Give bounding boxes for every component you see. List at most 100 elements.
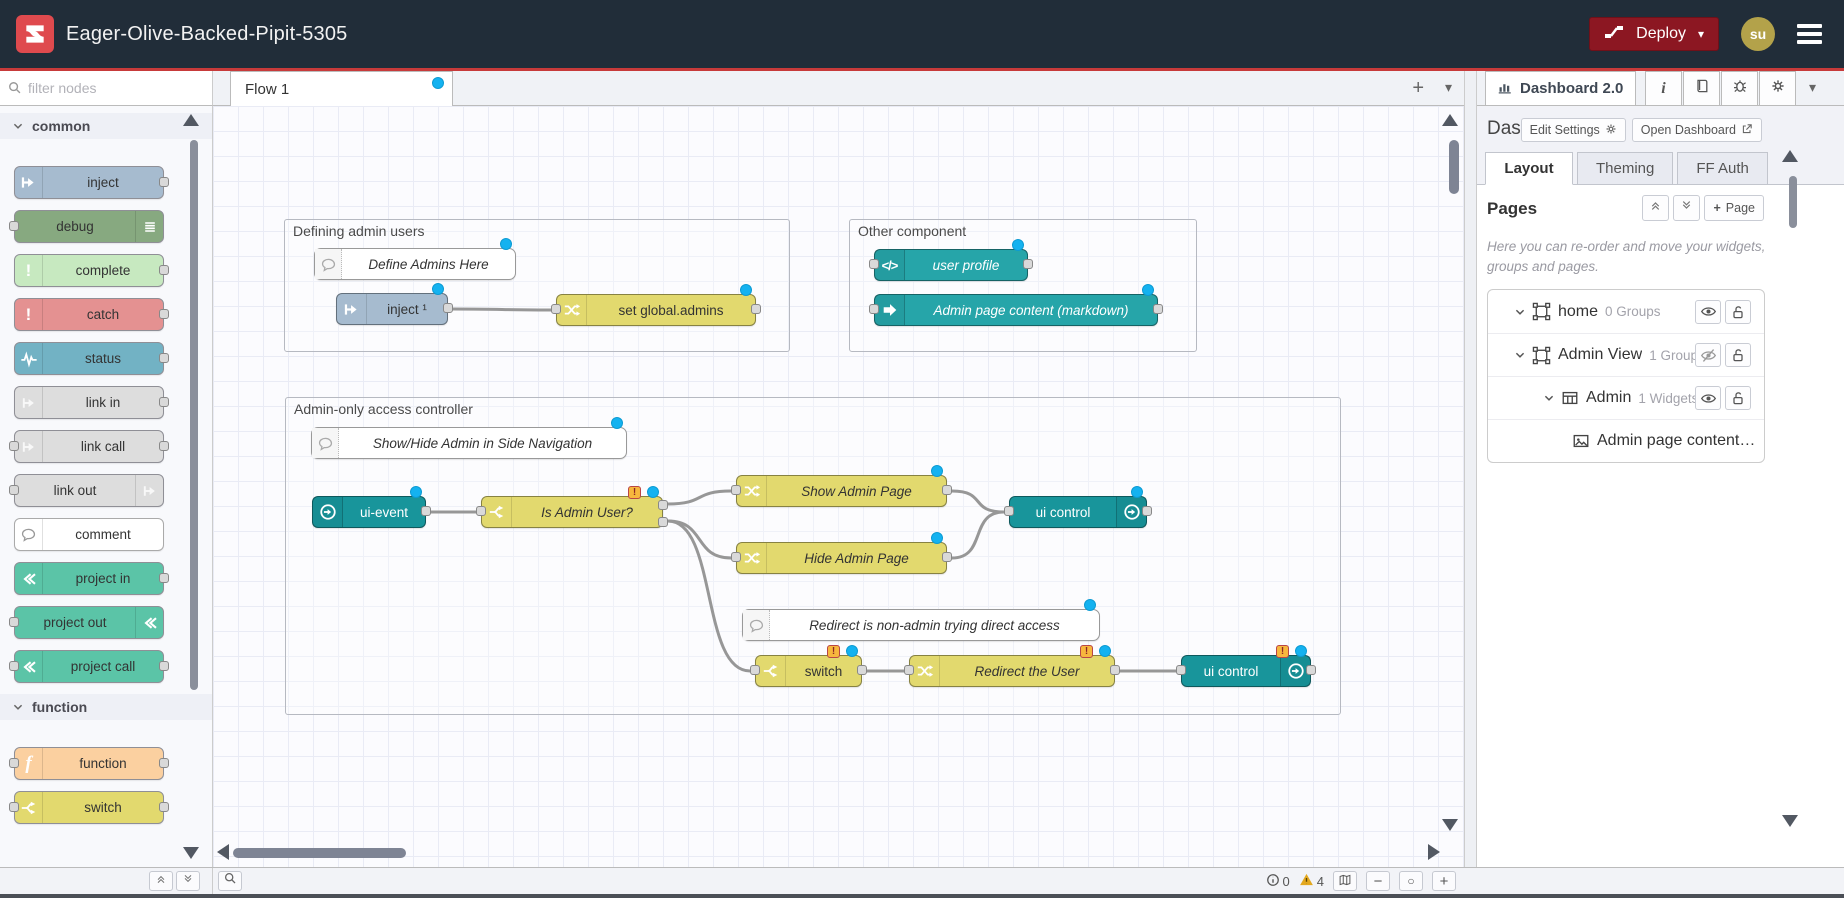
- port-out[interactable]: [159, 758, 169, 768]
- port-out[interactable]: [1153, 304, 1163, 314]
- port-in[interactable]: [1004, 506, 1014, 516]
- flow-node-2[interactable]: set global.admins: [556, 294, 756, 326]
- port-in[interactable]: [9, 485, 19, 495]
- tree-row-admin[interactable]: Admin1 Widgets: [1488, 376, 1764, 419]
- canvas-scroll-left[interactable]: [217, 844, 229, 860]
- canvas-scroll-up[interactable]: [1442, 114, 1458, 126]
- palette-node-status[interactable]: status: [14, 342, 164, 375]
- visibility-toggle-button[interactable]: [1695, 343, 1721, 367]
- palette-node-switch[interactable]: switch: [14, 791, 164, 824]
- port-out[interactable]: [159, 397, 169, 407]
- warning-count[interactable]: 4: [1299, 872, 1324, 890]
- flow-node-14[interactable]: ui control!: [1181, 655, 1311, 687]
- collapse-all-button[interactable]: [1642, 195, 1669, 221]
- port-out[interactable]: [159, 265, 169, 275]
- port-in[interactable]: [9, 617, 19, 627]
- port-in[interactable]: [869, 259, 879, 269]
- sidebar-scroll-down[interactable]: [1782, 815, 1798, 827]
- port-out[interactable]: [159, 573, 169, 583]
- flow-node-1[interactable]: inject ¹: [336, 293, 448, 325]
- palette-node-function[interactable]: ffunction: [14, 747, 164, 780]
- tab-dashboard-2[interactable]: Dashboard 2.0: [1485, 71, 1636, 106]
- port-out[interactable]: [857, 665, 867, 675]
- palette-category-common[interactable]: common: [0, 113, 212, 139]
- flow-canvas[interactable]: Defining admin usersOther componentAdmin…: [213, 106, 1464, 867]
- port-out[interactable]: [1306, 665, 1316, 675]
- info-count[interactable]: 0: [1266, 873, 1290, 890]
- sidebar-scroll-up[interactable]: [1782, 150, 1798, 162]
- tree-row-admin-page-content-(markdown)[interactable]: Admin page content (markdown): [1488, 419, 1764, 462]
- palette-node-project-call[interactable]: project call: [14, 650, 164, 683]
- filter-nodes-input[interactable]: [28, 80, 178, 96]
- canvas-scroll-down[interactable]: [1442, 819, 1458, 831]
- palette-node-debug[interactable]: debug: [14, 210, 164, 243]
- info-tab-button[interactable]: i: [1645, 71, 1682, 106]
- chevron-down-icon[interactable]: [1514, 349, 1526, 361]
- port-out[interactable]: [1142, 506, 1152, 516]
- add-page-button[interactable]: +Page: [1704, 195, 1764, 221]
- palette-collapse-all-button[interactable]: [149, 871, 173, 891]
- port-out[interactable]: [942, 552, 952, 562]
- expand-all-button[interactable]: [1673, 195, 1700, 221]
- flow-node-9[interactable]: Hide Admin Page: [736, 542, 947, 574]
- palette-node-link-out[interactable]: link out: [14, 474, 164, 507]
- flow-node-12[interactable]: switch!: [755, 655, 862, 687]
- comment-node-0[interactable]: Define Admins Here: [314, 248, 516, 280]
- visibility-toggle-button[interactable]: [1695, 386, 1721, 410]
- port-out[interactable]: [159, 441, 169, 451]
- flow-node-8[interactable]: Show Admin Page: [736, 475, 947, 507]
- deploy-caret-icon[interactable]: ▾: [1698, 27, 1704, 41]
- visibility-toggle-button[interactable]: [1695, 300, 1721, 324]
- wire-5[interactable]: [952, 491, 1004, 512]
- zoom-reset-button[interactable]: ○: [1399, 871, 1423, 891]
- port-out[interactable]: [159, 802, 169, 812]
- palette-scroll-up[interactable]: [183, 114, 199, 126]
- port-in[interactable]: [869, 304, 879, 314]
- comment-node-11[interactable]: Redirect is non-admin trying direct acce…: [742, 609, 1100, 641]
- tree-row-home[interactable]: home0 Groups: [1488, 290, 1764, 333]
- lock-toggle-button[interactable]: [1725, 386, 1751, 410]
- sidebar-tabs-caret-icon[interactable]: ▾: [1809, 79, 1816, 96]
- flow-node-7[interactable]: Is Admin User?!: [481, 496, 663, 528]
- tab-layout[interactable]: Layout: [1485, 152, 1573, 185]
- navigator-toggle-button[interactable]: [1333, 871, 1357, 891]
- zoom-in-button[interactable]: +: [1432, 871, 1456, 891]
- port-in[interactable]: [551, 304, 561, 314]
- port-in[interactable]: [9, 661, 19, 671]
- flow-list-caret-icon[interactable]: ▾: [1445, 79, 1452, 96]
- flow-node-4[interactable]: Admin page content (markdown): [874, 294, 1158, 326]
- port-out[interactable]: [751, 304, 761, 314]
- port-out[interactable]: [1023, 259, 1033, 269]
- palette-node-project-in[interactable]: project in: [14, 562, 164, 595]
- lock-toggle-button[interactable]: [1725, 300, 1751, 324]
- flow-node-10[interactable]: ui control: [1009, 496, 1147, 528]
- help-tab-button[interactable]: [1683, 71, 1720, 106]
- port-in[interactable]: [750, 665, 760, 675]
- config-tab-button[interactable]: [1759, 71, 1796, 106]
- wire-0[interactable]: [453, 309, 551, 310]
- port-in[interactable]: [1176, 665, 1186, 675]
- palette-scrollbar[interactable]: [190, 140, 198, 690]
- edit-settings-button[interactable]: Edit Settings: [1521, 118, 1626, 142]
- user-avatar[interactable]: su: [1741, 17, 1775, 51]
- wire-6[interactable]: [952, 512, 1004, 558]
- canvas-horizontal-scrollbar[interactable]: [233, 848, 406, 858]
- port-in[interactable]: [9, 441, 19, 451]
- open-dashboard-button[interactable]: Open Dashboard: [1632, 118, 1762, 142]
- tree-row-admin-view[interactable]: Admin View1 Groups: [1488, 333, 1764, 376]
- port-out[interactable]: [159, 309, 169, 319]
- sidebar-splitter[interactable]: [1464, 71, 1477, 867]
- canvas-vertical-scrollbar[interactable]: [1449, 140, 1459, 194]
- wire-3[interactable]: [668, 521, 731, 558]
- palette-node-project-out[interactable]: project out: [14, 606, 164, 639]
- palette-node-catch[interactable]: !catch: [14, 298, 164, 331]
- port-out[interactable]: [159, 353, 169, 363]
- flow-node-6[interactable]: ui-event: [312, 496, 426, 528]
- palette-scroll-down[interactable]: [183, 847, 199, 859]
- port-in[interactable]: [476, 506, 486, 516]
- port-in[interactable]: [731, 485, 741, 495]
- port-out[interactable]: [942, 485, 952, 495]
- palette-node-link-call[interactable]: link call: [14, 430, 164, 463]
- debug-tab-button[interactable]: [1721, 71, 1758, 106]
- search-flows-button[interactable]: [218, 871, 242, 891]
